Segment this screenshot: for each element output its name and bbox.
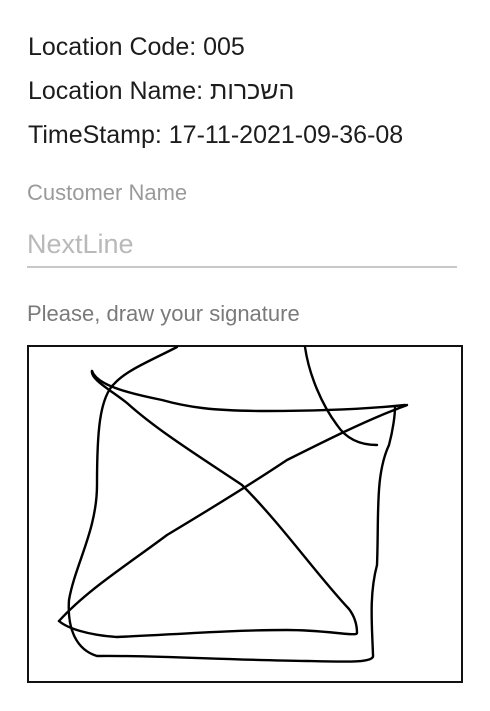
signature-caption: Please, draw your signature [27,301,300,326]
signature-stroke-diagonal-b [57,403,409,623]
customer-name-input[interactable] [27,222,457,268]
signature-stroke-hook [303,345,379,447]
signature-stroke-top [90,369,407,413]
location-code-text: Location Code: 005 [28,33,245,61]
signature-drawing [57,345,409,663]
location-name-text: Location Name: השכרות [28,77,295,105]
timestamp-text: TimeStamp: 17-11-2021-09-36-08 [28,121,404,149]
signature-stroke-outer [67,345,397,663]
signature-pad[interactable] [27,345,463,683]
customer-name-label: Customer Name [27,180,188,205]
